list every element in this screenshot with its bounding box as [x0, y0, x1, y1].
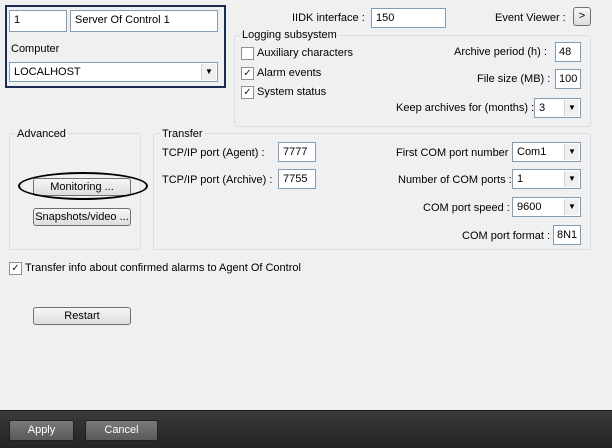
logging-group-title: Logging subsystem: [240, 28, 339, 42]
chevron-down-icon[interactable]: ▼: [564, 144, 579, 160]
snapshots-video-button[interactable]: Snapshots/video ...: [33, 208, 131, 226]
restart-button[interactable]: Restart: [33, 307, 131, 325]
keep-archives-value: 3: [539, 102, 546, 114]
first-com-value: Com1: [517, 146, 547, 158]
com-speed-value: 9600: [517, 201, 542, 213]
com-format-field[interactable]: 8N1: [553, 225, 581, 245]
com-speed-select[interactable]: 9600 ▼: [512, 197, 581, 217]
system-status-checkbox[interactable]: ✓: [241, 86, 254, 99]
cancel-button[interactable]: Cancel: [85, 420, 158, 441]
num-com-select[interactable]: 1 ▼: [512, 169, 581, 189]
chevron-down-icon[interactable]: ▼: [564, 199, 579, 215]
keep-archives-select[interactable]: 3 ▼: [534, 98, 581, 118]
aux-characters-checkbox[interactable]: ✓: [241, 47, 254, 60]
transfer-info-label: Transfer info about confirmed alarms to …: [25, 262, 301, 274]
computer-label: Computer: [11, 43, 60, 55]
server-id-field[interactable]: 1: [9, 10, 67, 32]
archive-period-field[interactable]: 48: [555, 42, 581, 62]
num-com-value: 1: [517, 173, 524, 185]
server-name-field[interactable]: Server Of Control 1: [70, 10, 218, 32]
transfer-info-checkbox[interactable]: ✓: [9, 262, 22, 275]
chevron-down-icon[interactable]: ▼: [201, 64, 216, 80]
iidk-field[interactable]: 150: [371, 8, 446, 28]
file-size-field[interactable]: 100: [555, 69, 581, 89]
monitoring-highlight-ring: [18, 172, 148, 200]
aux-characters-label: Auxiliary characters: [257, 47, 353, 59]
event-viewer-label: Event Viewer :: [495, 12, 566, 24]
first-com-label: First COM port number :: [396, 147, 515, 159]
com-format-label: COM port format :: [462, 230, 551, 242]
system-status-label: System status: [257, 86, 327, 98]
agent-port-label: TCP/IP port (Agent) :: [162, 147, 265, 159]
com-speed-label: COM port speed :: [423, 202, 510, 214]
first-com-select[interactable]: Com1 ▼: [512, 142, 581, 162]
archive-period-label: Archive period (h) :: [454, 46, 547, 58]
event-viewer-button[interactable]: >: [573, 7, 591, 26]
alarm-events-checkbox[interactable]: ✓: [241, 67, 254, 80]
advanced-group-title: Advanced: [15, 127, 68, 141]
computer-value: LOCALHOST: [14, 66, 81, 78]
checkmark-icon: ✓: [243, 68, 252, 79]
iidk-label: IIDK interface :: [292, 12, 365, 24]
checkmark-icon: ✓: [243, 87, 252, 98]
transfer-group-title: Transfer: [160, 127, 205, 141]
archive-port-label: TCP/IP port (Archive) :: [162, 174, 273, 186]
keep-archives-label: Keep archives for (months) :: [396, 102, 535, 114]
file-size-label: File size (MB) :: [477, 73, 551, 85]
alarm-events-label: Alarm events: [257, 67, 322, 79]
agent-port-field[interactable]: 7777: [278, 142, 316, 162]
checkmark-icon: ✓: [11, 263, 20, 274]
num-com-label: Number of COM ports :: [398, 174, 512, 186]
computer-select[interactable]: LOCALHOST ▼: [9, 62, 218, 82]
chevron-down-icon[interactable]: ▼: [564, 171, 579, 187]
apply-button[interactable]: Apply: [9, 420, 74, 441]
archive-port-field[interactable]: 7755: [278, 169, 316, 189]
chevron-down-icon[interactable]: ▼: [564, 100, 579, 116]
